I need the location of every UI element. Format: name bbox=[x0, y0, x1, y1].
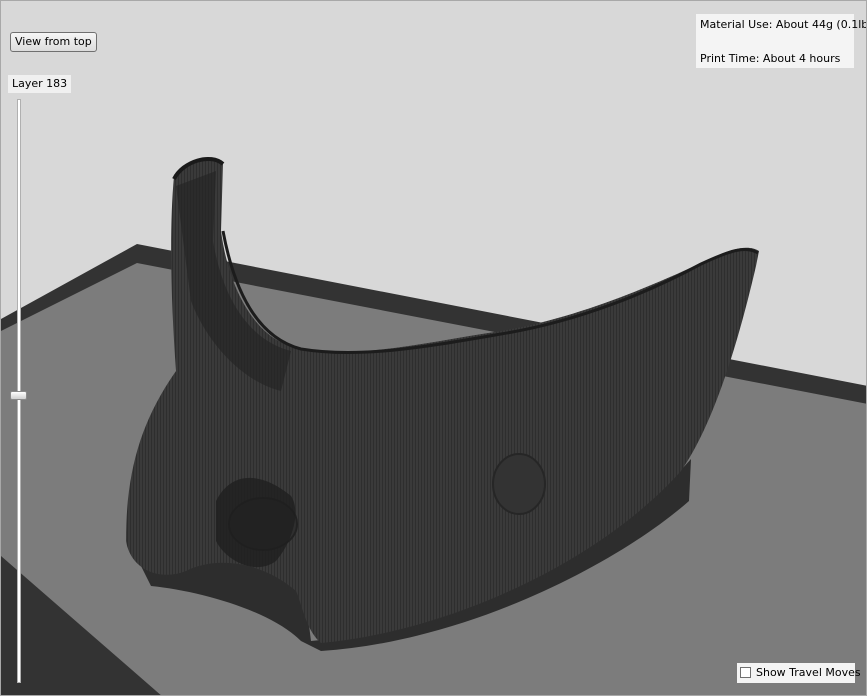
show-travel-moves-checkbox[interactable] bbox=[740, 667, 751, 678]
3d-scene[interactable] bbox=[1, 1, 867, 696]
view-from-top-button[interactable]: View from top bbox=[10, 32, 97, 52]
show-travel-moves-label: Show Travel Moves bbox=[756, 666, 861, 679]
print-time-text: Print Time: About 4 hours bbox=[700, 52, 841, 65]
layer-preview-viewport[interactable]: View from top Layer 183 Material Use: Ab… bbox=[0, 0, 867, 696]
layer-slider-thumb[interactable] bbox=[10, 391, 27, 400]
material-use-text: Material Use: About 44g (0.1lb) bbox=[700, 18, 867, 31]
show-travel-moves-toggle[interactable]: Show Travel Moves bbox=[737, 663, 861, 683]
model-bump-right bbox=[492, 453, 546, 515]
layer-label: Layer 183 bbox=[8, 75, 72, 93]
print-info-panel: Material Use: About 44g (0.1lb) Print Ti… bbox=[696, 14, 866, 68]
